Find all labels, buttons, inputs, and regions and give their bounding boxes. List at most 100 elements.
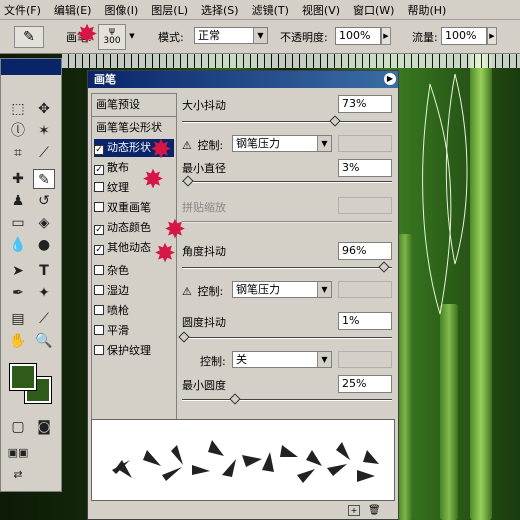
control-select-3[interactable]: 关 ▼ (232, 351, 332, 368)
min-diameter-input[interactable]: 3% (338, 159, 392, 177)
lasso-tool-icon[interactable]: ⓛ (7, 121, 29, 141)
angle-jitter-input[interactable]: 96% (338, 242, 392, 260)
slider-thumb[interactable] (329, 115, 341, 127)
option-color-dynamics[interactable]: ✓ 动态颜色 (94, 219, 151, 237)
slider-thumb[interactable] (228, 393, 241, 405)
option-protect-texture[interactable]: 保护纹理 (94, 342, 151, 360)
checkbox-icon[interactable] (94, 325, 104, 335)
brush-presets-item[interactable]: 画笔预设 (96, 96, 140, 114)
marquee-tool-icon[interactable]: ⬚ (7, 99, 29, 119)
brush-tool-icon[interactable]: ✎ (33, 169, 55, 189)
zoom-tool-icon[interactable]: 🔍 (33, 331, 55, 351)
clone-stamp-tool-icon[interactable]: ♟ (7, 191, 29, 211)
brush-tool-preset-icon[interactable]: ✎ (14, 26, 44, 48)
checkbox-icon[interactable] (94, 202, 104, 212)
new-brush-icon[interactable]: + (348, 505, 360, 516)
healing-brush-tool-icon[interactable]: ✚ (7, 169, 29, 189)
magic-wand-tool-icon[interactable]: ✶ (33, 121, 55, 141)
option-dual-brush[interactable]: 双重画笔 (94, 199, 151, 217)
option-airbrush[interactable]: 喷枪 (94, 302, 129, 320)
option-noise[interactable]: 杂色 (94, 262, 129, 280)
jump-to-imageready-icon[interactable]: ⇄ (7, 465, 29, 485)
eraser-tool-icon[interactable]: ▭ (7, 213, 29, 233)
shape-tool-icon[interactable]: ✦ (33, 283, 55, 303)
menu-view[interactable]: 视图(V) (302, 2, 340, 18)
flow-input[interactable]: 100% (441, 27, 487, 45)
brushes-panel: 画笔 ▶ 画笔预设 画笔笔尖形状 ✓ 动态形状 ✓ 散布 纹理 双重画笔 ✓ 动态颜色… (87, 70, 399, 520)
blur-tool-icon[interactable]: 💧 (7, 235, 29, 255)
notes-tool-icon[interactable]: ▤ (7, 309, 29, 329)
menu-file[interactable]: 文件(F) (4, 2, 41, 18)
menu-filter[interactable]: 滤镜(T) (252, 2, 289, 18)
checkbox-checked-icon[interactable]: ✓ (94, 245, 104, 255)
opacity-input[interactable]: 100% (335, 27, 381, 45)
brush-stroke-preview (91, 419, 395, 501)
menu-help[interactable]: 帮助(H) (407, 2, 446, 18)
quick-mask-icon[interactable]: ◙ (33, 417, 55, 437)
delete-brush-icon[interactable]: 🗑 (368, 505, 381, 516)
slider-thumb[interactable] (182, 175, 194, 187)
ruler (62, 54, 520, 68)
control-select-2[interactable]: 钢笔压力 ▼ (232, 281, 332, 298)
toolbox-header (1, 59, 61, 75)
hand-tool-icon[interactable]: ✋ (7, 331, 29, 351)
slider-thumb[interactable] (178, 331, 190, 343)
menu-edit[interactable]: 编辑(E) (54, 2, 92, 18)
roundness-jitter-input[interactable]: 1% (338, 312, 392, 330)
slice-tool-icon[interactable]: ⟋ (33, 143, 55, 163)
option-other-dynamics[interactable]: ✓ 其他动态 (94, 239, 151, 257)
roundness-jitter-label: 圆度抖动 (182, 316, 226, 329)
eyedropper-tool-icon[interactable]: ⟋ (33, 309, 55, 329)
checkbox-icon[interactable] (94, 285, 104, 295)
fade-steps-input (338, 135, 392, 152)
panel-menu-icon[interactable]: ▶ (384, 73, 396, 85)
checkbox-icon[interactable] (94, 305, 104, 315)
crop-tool-icon[interactable]: ⌗ (7, 143, 29, 163)
chevron-down-icon: ▼ (253, 28, 267, 43)
option-texture[interactable]: 纹理 (94, 179, 129, 197)
menu-select[interactable]: 选择(S) (201, 2, 239, 18)
menu-image[interactable]: 图像(I) (104, 2, 138, 18)
option-smoothing[interactable]: 平滑 (94, 322, 129, 340)
pen-tool-icon[interactable]: ✒ (7, 283, 29, 303)
paint-bucket-tool-icon[interactable]: ◈ (33, 213, 55, 233)
option-wet-edges[interactable]: 湿边 (94, 282, 129, 300)
option-scattering[interactable]: ✓ 散布 (94, 159, 129, 177)
checkbox-checked-icon[interactable]: ✓ (94, 145, 104, 155)
roundness-jitter-slider[interactable] (178, 331, 392, 343)
min-roundness-slider[interactable] (182, 393, 392, 405)
flow-arrow-icon[interactable]: ▶ (487, 27, 497, 45)
brush-picker[interactable]: ψ 300 (98, 24, 126, 50)
min-roundness-input[interactable]: 25% (338, 375, 392, 393)
divider (92, 116, 176, 117)
slider-thumb[interactable] (377, 261, 390, 273)
type-tool-icon[interactable]: T (33, 261, 55, 281)
checkbox-checked-icon[interactable]: ✓ (94, 165, 104, 175)
tilt-scale-label: 拼贴缩放 (182, 201, 226, 214)
bamboo-leaf-stroke (112, 440, 379, 483)
min-diameter-slider[interactable] (182, 175, 392, 187)
angle-jitter-slider[interactable] (182, 261, 392, 273)
dodge-tool-icon[interactable]: ● (33, 235, 55, 255)
chevron-down-icon: ▼ (317, 136, 331, 151)
path-selection-tool-icon[interactable]: ➤ (7, 261, 29, 281)
size-jitter-input[interactable]: 73% (338, 95, 392, 113)
menu-window[interactable]: 窗口(W) (353, 2, 394, 18)
checkbox-icon[interactable] (94, 182, 104, 192)
standard-mode-icon[interactable]: ▢ (7, 417, 29, 437)
move-tool-icon[interactable]: ✥ (33, 99, 55, 119)
checkbox-icon[interactable] (94, 265, 104, 275)
size-jitter-slider[interactable] (182, 115, 392, 127)
menu-layer[interactable]: 图层(L) (151, 2, 188, 18)
history-brush-tool-icon[interactable]: ↺ (33, 191, 55, 211)
control-select-1[interactable]: 钢笔压力 ▼ (232, 135, 332, 152)
checkbox-checked-icon[interactable]: ✓ (94, 225, 104, 235)
brush-size-value: 300 (103, 36, 121, 46)
opacity-arrow-icon[interactable]: ▶ (381, 27, 391, 45)
brush-picker-dropdown-icon[interactable]: ▼ (127, 28, 137, 46)
mode-select[interactable]: 正常 ▼ (194, 27, 268, 44)
tilt-scale-input (338, 197, 392, 214)
screen-mode-icon[interactable]: ▣▣ (7, 443, 29, 463)
foreground-color-swatch[interactable] (9, 363, 37, 391)
checkbox-icon[interactable] (94, 345, 104, 355)
